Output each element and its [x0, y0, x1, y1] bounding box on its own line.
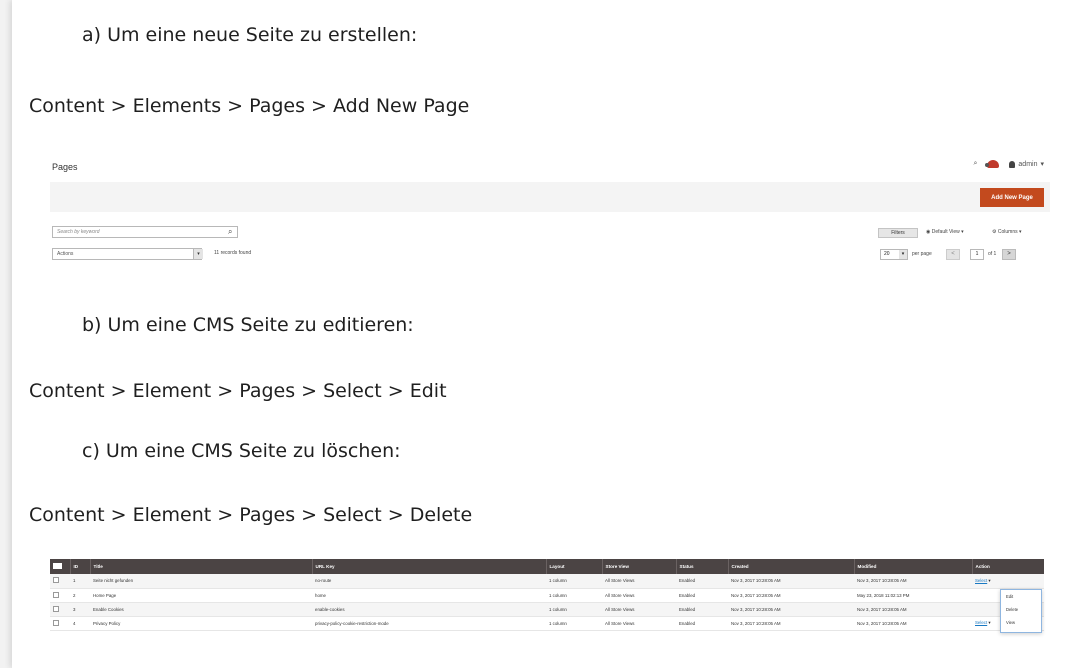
cell-id: 4 — [70, 616, 90, 631]
checkbox-icon[interactable] — [53, 619, 59, 626]
cell-layout: 1 column — [546, 616, 602, 631]
cell-title: Enable Cookies — [90, 602, 312, 617]
page-number-input[interactable]: 1 — [970, 249, 984, 260]
menu-item-view[interactable]: View — [1001, 616, 1041, 629]
user-icon — [1009, 160, 1016, 168]
pages-table-screenshot: ID Title URL Key Layout Store View Statu… — [50, 559, 1044, 635]
cell-status: Enabled — [676, 588, 728, 603]
select-action-link[interactable]: Select — [975, 578, 987, 583]
cell-status: Enabled — [676, 602, 728, 617]
add-new-page-button[interactable]: Add New Page — [980, 188, 1044, 207]
cell-title: Home Page — [90, 588, 312, 603]
cell-created: Nov 3, 2017 10:28:05 AM — [728, 588, 854, 603]
cell-status: Enabled — [676, 616, 728, 631]
cell-url-key: no-route — [312, 574, 546, 589]
previous-page-button[interactable]: < — [946, 249, 960, 260]
columns-dropdown[interactable]: ⚙ Columns ▾ — [992, 229, 1022, 235]
step-a-heading: a) Um eine neue Seite zu erstellen: — [82, 24, 418, 46]
column-header[interactable]: ID — [70, 559, 91, 574]
cell-created: Nov 3, 2017 10:28:05 AM — [728, 616, 854, 631]
column-header[interactable]: Action — [972, 559, 1044, 574]
checkbox-icon[interactable] — [53, 591, 59, 598]
document-page: a) Um eine neue Seite zu erstellen: Cont… — [12, 0, 1070, 668]
cell-modified: Nov 3, 2017 10:28:05 AM — [854, 616, 972, 631]
user-menu[interactable]: admin ▾ — [1009, 160, 1044, 168]
cell-modified: Nov 3, 2017 10:28:05 AM — [854, 574, 972, 589]
checkbox-icon[interactable] — [53, 605, 59, 612]
cell-url-key: enable-cookies — [312, 602, 546, 617]
filters-button[interactable]: Filters — [878, 228, 918, 238]
checkbox-icon[interactable] — [53, 563, 62, 569]
chevron-down-icon: ▾ — [1040, 161, 1044, 168]
cell-store-view: All Store Views — [602, 616, 676, 631]
cell-store-view: All Store Views — [602, 602, 676, 617]
row-checkbox[interactable] — [50, 588, 70, 603]
page-title: Pages — [52, 162, 78, 172]
column-header[interactable]: Status — [676, 559, 729, 574]
chevron-down-icon[interactable]: ▾ — [193, 249, 203, 259]
step-a-path: Content > Elements > Pages > Add New Pag… — [29, 95, 470, 117]
step-b-path: Content > Element > Pages > Select > Edi… — [29, 380, 447, 402]
checkbox-icon[interactable] — [53, 577, 59, 584]
keyword-search-input[interactable]: Search by keyword — [52, 226, 238, 238]
cell-id: 2 — [70, 588, 90, 603]
row-checkbox[interactable] — [50, 574, 70, 589]
next-page-button[interactable]: > — [1002, 249, 1016, 260]
per-page-label: per page — [912, 251, 932, 257]
table-row: 1 Seite nicht gefunden no-route 1 column… — [50, 574, 1044, 589]
cell-layout: 1 column — [546, 588, 602, 603]
chevron-down-icon[interactable]: ▾ — [899, 250, 907, 259]
row-checkbox[interactable] — [50, 602, 70, 617]
mass-actions-select[interactable]: Actions — [52, 248, 202, 260]
cell-modified: May 23, 2018 11:02:13 PM — [854, 588, 972, 603]
select-all-checkbox[interactable] — [50, 559, 71, 574]
column-header[interactable]: Title — [90, 559, 313, 574]
step-c-path: Content > Element > Pages > Select > Del… — [29, 504, 473, 526]
table-row: 4 Privacy Policy privacy-policy-cookie-r… — [50, 616, 1044, 631]
cell-id: 1 — [70, 574, 90, 589]
cell-modified: Nov 3, 2017 10:28:05 AM — [854, 602, 972, 617]
page-total: of 1 — [988, 251, 997, 257]
action-dropdown-menu: Edit Delete View — [1000, 589, 1042, 633]
menu-item-delete[interactable]: Delete — [1001, 603, 1041, 616]
cell-layout: 1 column — [546, 574, 602, 589]
column-header[interactable]: Layout — [546, 559, 603, 574]
step-c-heading: c) Um eine CMS Seite zu löschen: — [82, 440, 401, 462]
notification-bell-icon[interactable] — [985, 160, 1000, 168]
cell-created: Nov 3, 2017 10:28:05 AM — [728, 574, 854, 589]
records-found-count: 11 records found — [214, 250, 252, 256]
default-view-label: Default View — [931, 229, 960, 235]
cell-title: Privacy Policy — [90, 616, 312, 631]
select-action-link[interactable]: Select — [975, 620, 987, 625]
cell-layout: 1 column — [546, 602, 602, 617]
search-icon[interactable]: ⌕ — [973, 160, 977, 168]
user-name: admin — [1018, 160, 1038, 168]
search-icon[interactable]: ⌕ — [228, 227, 232, 237]
cell-created: Nov 3, 2017 10:28:05 AM — [728, 602, 854, 617]
pages-grid-screenshot: Pages ⌕ admin ▾ Add New Page Search by k… — [50, 152, 1050, 272]
table-row: 3 Enable Cookies enable-cookies 1 column… — [50, 602, 1044, 617]
cell-title: Seite nicht gefunden — [90, 574, 312, 589]
table-row: 2 Home Page home 1 column All Store View… — [50, 588, 1044, 603]
table-header-row: ID Title URL Key Layout Store View Statu… — [50, 559, 1044, 574]
page-actions-bar: Add New Page — [50, 182, 1050, 212]
cell-store-view: All Store Views — [602, 574, 676, 589]
step-b-heading: b) Um eine CMS Seite zu editieren: — [82, 314, 414, 336]
header-actions: ⌕ admin ▾ — [973, 160, 1044, 168]
default-view-dropdown[interactable]: ◉ Default View ▾ — [926, 229, 964, 235]
column-header[interactable]: Created — [728, 559, 855, 574]
cell-store-view: All Store Views — [602, 588, 676, 603]
cell-url-key: privacy-policy-cookie-restriction-mode — [312, 616, 546, 631]
cell-id: 3 — [70, 602, 90, 617]
row-action-select[interactable]: Select ▾ — [972, 574, 1044, 589]
column-header[interactable]: URL Key — [312, 559, 547, 574]
menu-item-edit[interactable]: Edit — [1001, 590, 1041, 603]
column-header[interactable]: Store View — [602, 559, 677, 574]
pages-table: ID Title URL Key Layout Store View Statu… — [50, 559, 1044, 631]
column-header[interactable]: Modified — [854, 559, 973, 574]
columns-label: Columns — [997, 229, 1018, 235]
cell-url-key: home — [312, 588, 546, 603]
row-checkbox[interactable] — [50, 616, 70, 631]
cell-status: Enabled — [676, 574, 728, 589]
